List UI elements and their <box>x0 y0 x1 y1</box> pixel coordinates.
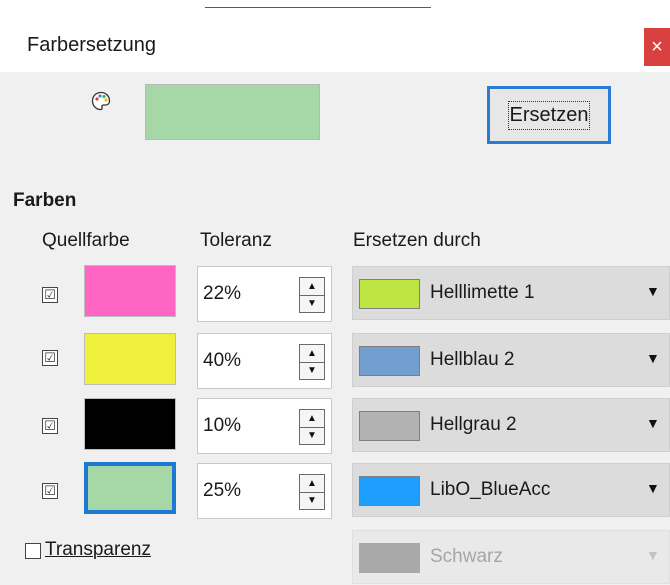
row-3-source-color[interactable] <box>84 398 176 450</box>
window-title: Farbersetzung <box>27 34 156 56</box>
preview-color-swatch <box>145 84 320 140</box>
row-3-replace-color-chip <box>359 411 420 441</box>
dropdown-arrow-icon: ▼ <box>646 283 660 299</box>
row-4-replace-name: LibO_BlueAcc <box>430 479 551 500</box>
replace-button-label: Ersetzen <box>507 100 591 130</box>
row-2-replace-name: Hellblau 2 <box>430 349 515 370</box>
row-3-tolerance-spinner[interactable]: ▲ ▼ <box>299 409 325 445</box>
row-3-replace-name: Hellgrau 2 <box>430 414 517 435</box>
row-2-replace-dropdown[interactable]: Hellblau 2 ▼ <box>352 333 670 387</box>
dropdown-arrow-icon: ▼ <box>646 350 660 366</box>
row-1-replace-dropdown[interactable]: Helllimette 1 ▼ <box>352 266 670 320</box>
spin-down-icon[interactable]: ▼ <box>300 362 324 379</box>
row-3-tolerance-field[interactable]: 10% ▲ ▼ <box>197 398 332 454</box>
spin-up-icon[interactable]: ▲ <box>300 345 324 363</box>
dropdown-arrow-icon: ▼ <box>646 547 660 563</box>
spin-up-icon[interactable]: ▲ <box>300 278 324 296</box>
row-4-checkbox[interactable]: ☑ <box>42 483 58 499</box>
row-4-replace-dropdown[interactable]: LibO_BlueAcc ▼ <box>352 463 670 517</box>
transparency-replace-dropdown: Schwarz ▼ <box>352 530 670 584</box>
row-3-checkbox[interactable]: ☑ <box>42 418 58 434</box>
row-1-checkbox[interactable]: ☑ <box>42 287 58 303</box>
replace-button[interactable]: Ersetzen <box>487 86 611 144</box>
row-2-tolerance-value: 40% <box>203 350 242 371</box>
transparency-checkbox[interactable] <box>25 543 41 559</box>
column-header-tolerance: Toleranz <box>200 230 272 251</box>
row-1-tolerance-field[interactable]: 22% ▲ ▼ <box>197 266 332 322</box>
transparency-replace-name: Schwarz <box>430 546 503 567</box>
row-4-tolerance-value: 25% <box>203 480 242 501</box>
row-3-tolerance-value: 10% <box>203 415 242 436</box>
dropdown-arrow-icon: ▼ <box>646 415 660 431</box>
row-4-source-color[interactable] <box>84 462 176 514</box>
row-4-replace-color-chip <box>359 476 420 506</box>
transparency-color-chip <box>359 543 420 573</box>
dropdown-arrow-icon: ▼ <box>646 480 660 496</box>
row-2-source-color[interactable] <box>84 333 176 385</box>
row-4-tolerance-field[interactable]: 25% ▲ ▼ <box>197 463 332 519</box>
row-1-replace-name: Helllimette 1 <box>430 282 535 303</box>
row-3-replace-dropdown[interactable]: Hellgrau 2 ▼ <box>352 398 670 452</box>
close-button[interactable]: × <box>644 28 670 66</box>
row-1-replace-color-chip <box>359 279 420 309</box>
transparency-label[interactable]: Transparenz <box>45 539 151 561</box>
spin-down-icon[interactable]: ▼ <box>300 492 324 509</box>
row-2-checkbox[interactable]: ☑ <box>42 350 58 366</box>
colors-section-title: Farben <box>13 190 77 211</box>
column-header-replace-with: Ersetzen durch <box>353 230 481 251</box>
row-2-tolerance-spinner[interactable]: ▲ ▼ <box>299 344 325 380</box>
window-top-edge <box>0 0 670 14</box>
spin-up-icon[interactable]: ▲ <box>300 475 324 493</box>
row-1-source-color[interactable] <box>84 265 176 317</box>
row-2-tolerance-field[interactable]: 40% ▲ ▼ <box>197 333 332 389</box>
row-4-tolerance-spinner[interactable]: ▲ ▼ <box>299 474 325 510</box>
spin-down-icon[interactable]: ▼ <box>300 427 324 444</box>
row-2-replace-color-chip <box>359 346 420 376</box>
row-1-tolerance-spinner[interactable]: ▲ ▼ <box>299 277 325 313</box>
row-1-tolerance-value: 22% <box>203 283 242 304</box>
spin-down-icon[interactable]: ▼ <box>300 295 324 312</box>
spin-up-icon[interactable]: ▲ <box>300 410 324 428</box>
palette-icon <box>91 91 111 111</box>
column-header-source: Quellfarbe <box>42 230 130 251</box>
